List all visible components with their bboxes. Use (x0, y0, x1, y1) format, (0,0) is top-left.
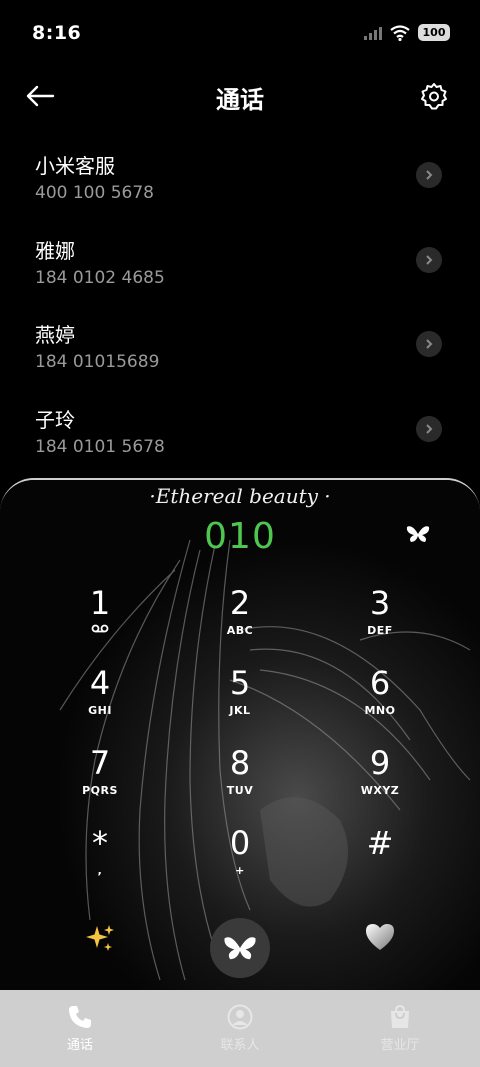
gear-icon (421, 83, 447, 110)
chevron-right-icon[interactable] (416, 162, 442, 188)
key-digit: 2 (229, 584, 251, 622)
heart-icon[interactable] (364, 922, 396, 954)
key-star[interactable]: * , (30, 820, 170, 900)
recent-contact-list: 小米客服 400 100 5678 雅娜 184 0102 4685 燕婷 18… (0, 138, 480, 476)
nav-label: 通话 (66, 1038, 93, 1053)
dialer-actions (0, 900, 480, 990)
key-digit: 8 (229, 744, 251, 782)
dialer-panel: ·Ethereal beauty · 010 1 2 ABC 3 DEF 4 G… (0, 478, 480, 992)
key-digit: # (366, 824, 394, 862)
chevron-right-icon[interactable] (416, 246, 442, 273)
call-button[interactable] (210, 918, 270, 978)
contact-number: 184 0101 5678 (35, 436, 165, 457)
battery-icon: 100 (418, 24, 450, 41)
bottom-nav: 通话 联系人 营业厅 (0, 990, 480, 1067)
key-letters: GHI (88, 704, 112, 717)
keypad: 1 2 ABC 3 DEF 4 GHI 5 JKL 6 MNO 7 PQRS 8… (30, 580, 450, 900)
theme-title: ·Ethereal beauty · (149, 484, 331, 508)
key-6[interactable]: 6 MNO (310, 660, 450, 740)
key-letters: MNO (364, 704, 396, 717)
status-icons: 100 (364, 24, 450, 41)
chevron-right-icon[interactable] (416, 415, 442, 442)
nav-item-calls[interactable]: 通话 (0, 990, 160, 1067)
screen: 8:16 100 通话 小米客服 400 100 5678 雅娜 184 010… (0, 0, 480, 1067)
phone-icon (69, 1006, 91, 1028)
key-digit: 3 (369, 584, 391, 622)
key-digit: 4 (89, 664, 111, 702)
key-7[interactable]: 7 PQRS (30, 740, 170, 820)
key-digit: 6 (369, 664, 391, 702)
page-title: 通话 (216, 86, 264, 114)
contact-name: 子玲 (35, 407, 75, 432)
contact-number: 400 100 5678 (35, 183, 154, 203)
nav-label: 联系人 (220, 1038, 260, 1053)
bag-icon (391, 1004, 409, 1028)
butterfly-icon (224, 937, 256, 960)
key-2[interactable]: 2 ABC (170, 580, 310, 660)
nav-label: 营业厅 (380, 1038, 420, 1053)
key-3[interactable]: 3 DEF (310, 580, 450, 660)
sparkle-icon[interactable] (84, 922, 116, 954)
key-digit: 7 (89, 744, 111, 782)
nav-item-contacts[interactable]: 联系人 (160, 990, 320, 1067)
key-0[interactable]: 0 + (170, 820, 310, 900)
key-letters: + (235, 864, 245, 877)
wifi-icon (390, 24, 410, 41)
butterfly-icon[interactable] (406, 524, 430, 548)
header: 通话 (0, 68, 480, 124)
contact-item[interactable]: 子玲 184 0101 5678 (0, 392, 480, 477)
key-4[interactable]: 4 GHI (30, 660, 170, 740)
key-digit: 9 (369, 744, 391, 782)
key-1[interactable]: 1 (30, 580, 170, 660)
key-9[interactable]: 9 WXYZ (310, 740, 450, 820)
voicemail-icon (91, 624, 109, 633)
contact-name: 燕婷 (35, 323, 75, 347)
key-digit: 1 (89, 584, 111, 622)
contact-name: 雅娜 (35, 238, 75, 263)
key-letters: , (97, 864, 103, 877)
key-letters: ABC (226, 624, 254, 637)
key-letters: JKL (229, 704, 251, 717)
key-letters: DEF (367, 624, 393, 637)
key-digit: 0 (229, 824, 251, 862)
key-digit: * (92, 824, 108, 862)
key-5[interactable]: 5 JKL (170, 660, 310, 740)
chevron-right-icon[interactable] (416, 331, 442, 357)
contact-number: 184 0102 4685 (35, 267, 165, 288)
contact-item[interactable]: 小米客服 400 100 5678 (0, 138, 480, 223)
nav-item-service-hall[interactable]: 营业厅 (320, 990, 480, 1067)
contact-item[interactable]: 燕婷 184 01015689 (0, 307, 480, 392)
key-letters: TUV (226, 784, 254, 797)
key-8[interactable]: 8 TUV (170, 740, 310, 820)
key-letters: WXYZ (360, 784, 400, 797)
settings-button[interactable] (418, 80, 450, 112)
contact-number: 184 01015689 (35, 352, 160, 372)
key-hash[interactable]: # (310, 820, 450, 900)
contact-name: 小米客服 (35, 154, 115, 178)
person-icon (227, 1004, 253, 1030)
signal-icon (364, 26, 382, 40)
status-bar: 8:16 100 (0, 0, 480, 68)
status-time: 8:16 (32, 22, 82, 44)
key-letters: PQRS (82, 784, 118, 797)
contact-item[interactable]: 雅娜 184 0102 4685 (0, 223, 480, 308)
key-digit: 5 (229, 664, 251, 702)
